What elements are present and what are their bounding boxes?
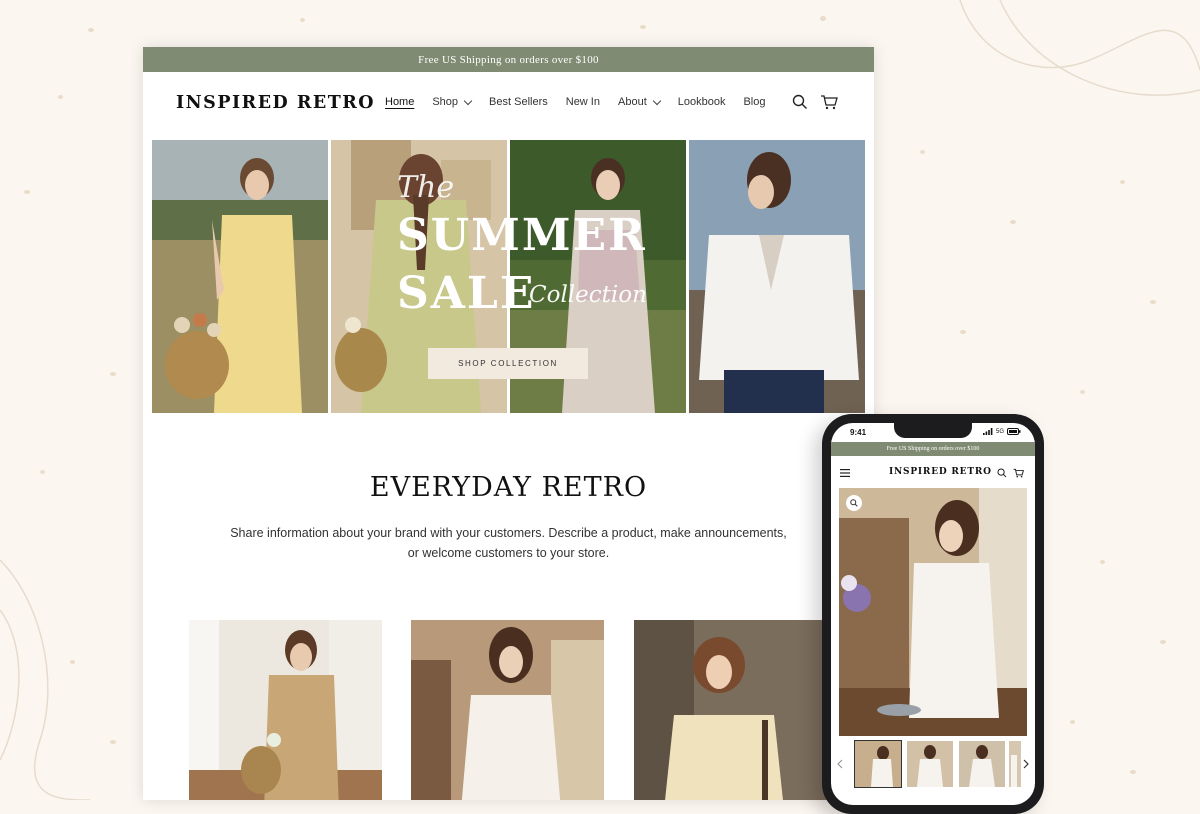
section-text-line: or welcome customers to your store.	[407, 546, 610, 560]
cart-icon[interactable]	[820, 94, 838, 110]
hero-photo-4	[689, 140, 865, 413]
hero-banner: The SUMMER SALE Collection SHOP COLLECTI…	[152, 140, 865, 413]
chevron-down-icon	[463, 96, 473, 105]
product-card-image[interactable]	[634, 620, 827, 800]
status-indicators: 5G	[982, 428, 1021, 435]
nav-label: Shop	[432, 96, 459, 108]
status-time: 9:41	[850, 428, 867, 437]
hero-photo-1	[152, 140, 328, 413]
chevron-left-icon[interactable]	[837, 759, 843, 769]
menu-icon[interactable]	[840, 469, 850, 477]
hero-title-line2: SALE	[397, 268, 536, 319]
nav-label: Blog	[743, 96, 766, 108]
nav-item-new-in[interactable]: New In	[566, 96, 600, 108]
thumbnail[interactable]	[907, 741, 953, 787]
nav-label: Home	[385, 96, 415, 108]
nav-item-best-sellers[interactable]: Best Sellers	[489, 96, 548, 108]
announcement-bar: Free US Shipping on orders over $100	[143, 47, 874, 72]
main-nav: Home Shop Best Sellers New In About Look…	[385, 96, 784, 108]
thumbnail[interactable]	[959, 741, 1005, 787]
search-icon[interactable]	[997, 468, 1007, 478]
mobile-logo[interactable]: INSPIRED RETRO	[889, 467, 992, 477]
cart-icon[interactable]	[1013, 468, 1024, 478]
section-title: EVERYDAY RETRO	[369, 472, 648, 503]
chevron-down-icon	[652, 96, 661, 105]
nav-label: New In	[565, 96, 600, 108]
nav-label: Best Sellers	[489, 96, 548, 108]
thumbnail-strip	[831, 740, 1035, 793]
thumbnail[interactable]	[854, 740, 902, 788]
mobile-screen: 9:41 5G Free US Shipping on orders over …	[831, 423, 1035, 805]
site-logo[interactable]: INSPIRED RETRO	[176, 93, 375, 113]
battery-icon	[1007, 428, 1021, 435]
nav-item-shop[interactable]: Shop	[432, 96, 473, 108]
hero-title-line1: SUMMER	[397, 210, 647, 261]
mobile-product-image[interactable]	[839, 488, 1027, 736]
zoom-icon[interactable]	[846, 495, 862, 511]
section-text: Share information about your brand with …	[223, 523, 794, 563]
product-card-image[interactable]	[411, 620, 604, 800]
product-card-image[interactable]	[189, 620, 382, 800]
header-icons	[792, 94, 838, 110]
section-text-line: Share information about your brand with …	[230, 526, 787, 540]
thumbnail[interactable]	[1009, 741, 1021, 787]
phone-notch	[894, 423, 972, 438]
desktop-storefront: Free US Shipping on orders over $100 INS…	[143, 47, 874, 800]
hero-script-collection: Collection	[529, 282, 647, 308]
signal-icon	[982, 428, 993, 435]
nav-label: Lookbook	[677, 96, 726, 108]
hero-script-the: The	[397, 170, 455, 205]
mobile-announcement-bar: Free US Shipping on orders over $100	[831, 442, 1035, 456]
shop-collection-button[interactable]: SHOP COLLECTION	[428, 348, 588, 379]
nav-item-blog[interactable]: Blog	[743, 96, 765, 108]
nav-item-about[interactable]: About	[618, 96, 661, 108]
site-header: INSPIRED RETRO Home Shop Best Sellers Ne…	[143, 72, 874, 140]
nav-item-home[interactable]: Home	[385, 96, 414, 108]
mobile-phone-mockup: 9:41 5G Free US Shipping on orders over …	[822, 414, 1044, 814]
search-icon[interactable]	[792, 94, 808, 110]
nav-item-lookbook[interactable]: Lookbook	[678, 96, 726, 108]
chevron-right-icon[interactable]	[1023, 759, 1029, 769]
nav-label: About	[618, 96, 647, 108]
network-label: 5G	[995, 428, 1004, 435]
